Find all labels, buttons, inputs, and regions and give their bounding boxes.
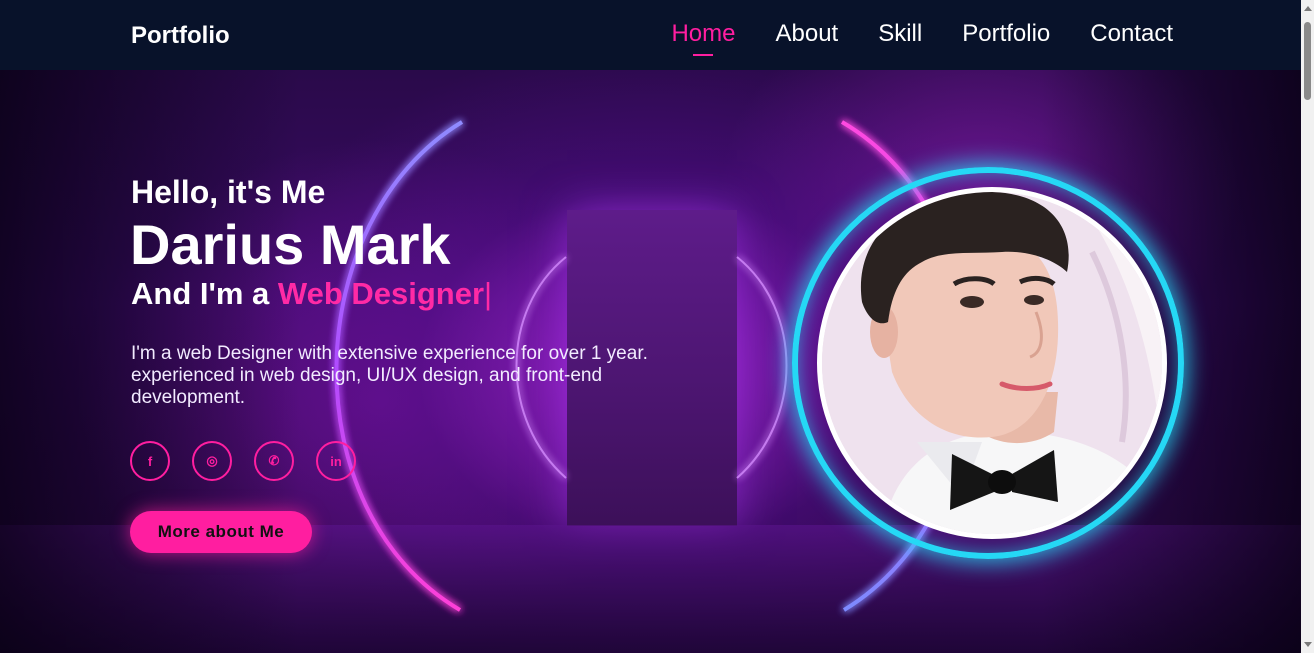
- linkedin-icon[interactable]: in: [316, 441, 356, 481]
- site-header: Portfolio Home About Skill Portfolio Con…: [0, 0, 1301, 70]
- social-links: f ◎ ✆ in: [130, 441, 378, 481]
- profile-portrait-illustration: [822, 192, 1162, 534]
- whatsapp-icon[interactable]: ✆: [254, 441, 294, 481]
- nav-about[interactable]: About: [776, 20, 839, 48]
- role-prefix: And I'm a: [131, 276, 278, 311]
- portfolio-page: Portfolio Home About Skill Portfolio Con…: [0, 0, 1301, 653]
- greeting: Hello, it's Me: [131, 174, 326, 210]
- more-about-me-button[interactable]: More about Me: [130, 511, 312, 553]
- person-name: Darius Mark: [130, 213, 451, 276]
- scrollbar-thumb[interactable]: [1304, 22, 1311, 100]
- site-logo[interactable]: Portfolio: [131, 22, 230, 50]
- profile-photo: [817, 187, 1167, 539]
- main-nav: Home About Skill Portfolio Contact: [631, 20, 1173, 48]
- nav-contact[interactable]: Contact: [1090, 20, 1173, 48]
- page-scrollbar[interactable]: [1301, 0, 1314, 653]
- scroll-down-icon[interactable]: [1304, 642, 1312, 647]
- inner-right-arc: [736, 256, 788, 479]
- nav-home[interactable]: Home: [671, 20, 735, 48]
- role-highlight: Web Designer: [277, 276, 485, 311]
- bio-text: I'm a web Designer with extensive experi…: [131, 343, 648, 408]
- instagram-icon[interactable]: ◎: [192, 441, 232, 481]
- role-line: And I'm a Web Designer|: [131, 276, 492, 312]
- typing-caret: |: [484, 276, 493, 311]
- nav-skill[interactable]: Skill: [878, 20, 922, 48]
- scroll-up-icon[interactable]: [1304, 6, 1312, 11]
- facebook-icon[interactable]: f: [130, 441, 170, 481]
- nav-portfolio[interactable]: Portfolio: [962, 20, 1050, 48]
